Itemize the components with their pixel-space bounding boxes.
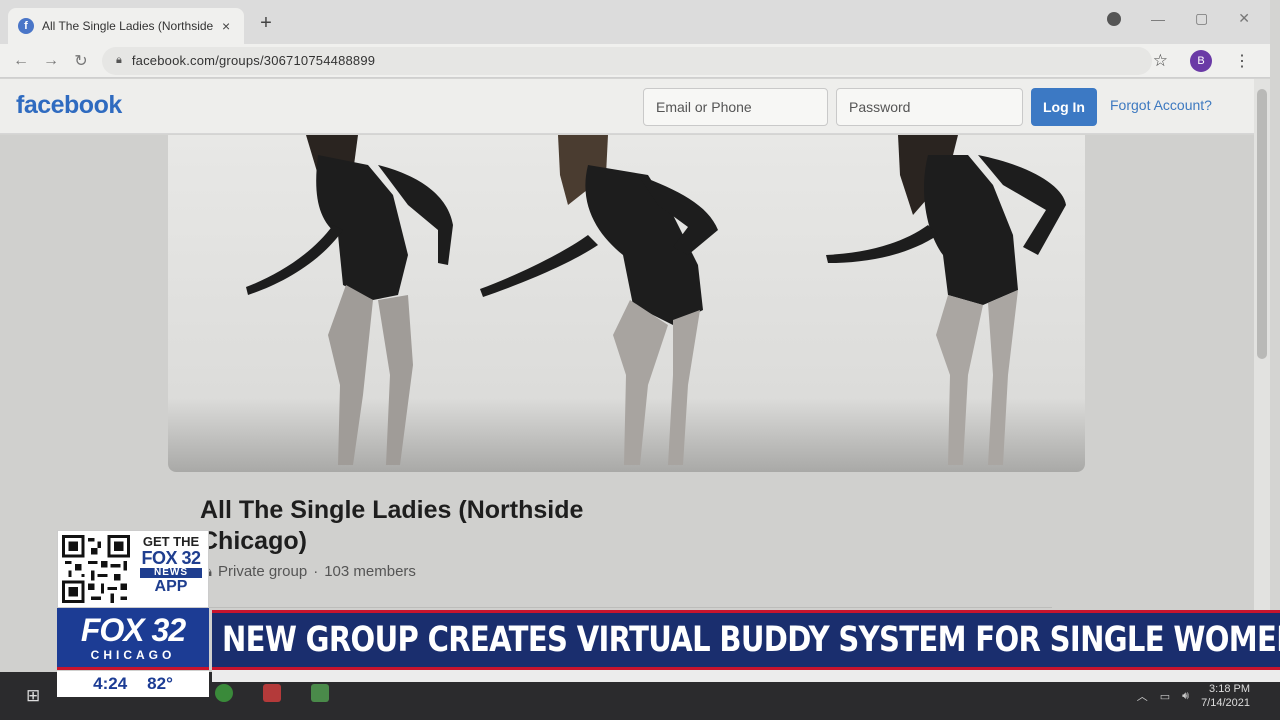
clock-date: 7/14/2021 bbox=[1201, 697, 1250, 709]
group-privacy: Private group bbox=[217, 563, 308, 580]
group-cover-photo bbox=[168, 135, 1085, 472]
taskbar-clock[interactable]: 3:18 PM 7/14/2021 bbox=[1201, 682, 1250, 710]
scrollbar-thumb[interactable] bbox=[1257, 89, 1267, 359]
chrome-app-icon[interactable] bbox=[215, 684, 233, 702]
dancers-cover-image bbox=[168, 135, 1085, 472]
back-arrow-icon[interactable]: ← bbox=[6, 52, 36, 70]
group-member-count[interactable]: 103 members bbox=[324, 563, 416, 580]
facebook-favicon-icon: f bbox=[18, 18, 34, 34]
meta-separator: · bbox=[313, 563, 319, 580]
login-button[interactable]: Log In bbox=[1031, 88, 1097, 126]
taskbar-apps bbox=[215, 684, 329, 702]
browser-tab-strip: f All The Single Ladies (Northside C × +… bbox=[0, 0, 1270, 44]
group-meta: 🔒︎ Private group · 103 members bbox=[204, 563, 416, 580]
facebook-logo[interactable]: facebook bbox=[16, 91, 122, 120]
lock-icon: 🔒︎ bbox=[204, 563, 212, 580]
url-text: facebook.com/groups/306710754488899 bbox=[131, 53, 376, 68]
window-close-icon[interactable]: ✕ bbox=[1238, 10, 1250, 27]
taskbar-app-icon[interactable] bbox=[311, 684, 329, 702]
system-tray: ︿ ▭ 🔊︎ 3:18 PM 7/14/2021 bbox=[1137, 682, 1250, 710]
reload-icon[interactable]: ↻ bbox=[66, 51, 96, 71]
browser-tab[interactable]: f All The Single Ladies (Northside C × bbox=[8, 8, 244, 44]
password-field[interactable] bbox=[836, 88, 1023, 126]
chevron-up-icon[interactable]: ︿ bbox=[1137, 688, 1148, 704]
page-scrollbar[interactable] bbox=[1254, 79, 1270, 679]
extension-icon[interactable] bbox=[1107, 11, 1122, 26]
forgot-account-link[interactable]: Forgot Account? bbox=[1110, 97, 1212, 113]
volume-icon[interactable]: 🔊︎ bbox=[1182, 690, 1189, 703]
browser-menu-icon[interactable]: ⋮ bbox=[1234, 51, 1250, 71]
email-field[interactable] bbox=[643, 88, 828, 126]
toolbar-actions: ☆ B ⋮ bbox=[1153, 49, 1250, 72]
profile-avatar[interactable]: B bbox=[1190, 49, 1212, 72]
monitor-screen: f All The Single Ladies (Northside C × +… bbox=[0, 0, 1280, 720]
battery-icon[interactable]: ▭ bbox=[1160, 690, 1170, 703]
windows-taskbar: ⊞ ︿ ▭ 🔊︎ 3:18 PM 7/14/2021 bbox=[0, 672, 1280, 720]
forward-arrow-icon[interactable]: → bbox=[36, 52, 66, 70]
new-tab-button[interactable]: + bbox=[256, 12, 276, 35]
minimize-icon[interactable]: — bbox=[1151, 11, 1165, 27]
address-bar[interactable]: 🔒︎ facebook.com/groups/306710754488899 bbox=[102, 46, 1152, 75]
section-divider bbox=[200, 607, 1052, 608]
window-controls: — ▢ ✕ bbox=[1107, 10, 1250, 27]
group-page: All The Single Ladies (Northside Chicago… bbox=[0, 135, 1254, 695]
clock-time: 3:18 PM bbox=[1209, 683, 1250, 695]
group-title[interactable]: All The Single Ladies (Northside Chicago… bbox=[200, 495, 640, 557]
tab-title: All The Single Ladies (Northside C bbox=[42, 19, 214, 33]
browser-toolbar: ← → ↻ 🔒︎ facebook.com/groups/30671075448… bbox=[0, 44, 1270, 78]
windows-start-icon[interactable]: ⊞ bbox=[26, 686, 40, 706]
tab-close-icon[interactable]: × bbox=[222, 18, 230, 34]
maximize-icon[interactable]: ▢ bbox=[1195, 10, 1208, 27]
bookmark-star-icon[interactable]: ☆ bbox=[1153, 51, 1168, 71]
facebook-header: facebook Log In Forgot Account? bbox=[0, 79, 1254, 134]
taskbar-app-icon[interactable] bbox=[263, 684, 281, 702]
lock-icon: 🔒︎ bbox=[116, 54, 122, 66]
